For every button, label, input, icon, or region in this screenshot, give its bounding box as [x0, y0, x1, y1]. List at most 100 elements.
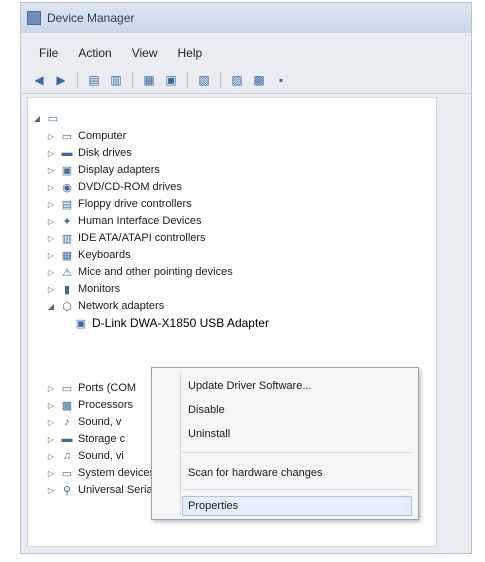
menu-item-properties[interactable]: Properties [182, 496, 412, 516]
expand-icon[interactable]: ▷ [46, 149, 56, 158]
help-icon[interactable]: ▦ [141, 72, 157, 88]
tree-item-label: Disk drives [78, 147, 132, 159]
system-devices-icon: ▭ [61, 467, 73, 480]
tree-item-label: Storage c [78, 433, 126, 445]
computer-icon: ▭ [61, 130, 73, 143]
tree-item-processors[interactable]: ▷ ▩ Processors [46, 397, 133, 413]
tree-item-monitors[interactable]: ▷ ▮ Monitors [46, 281, 120, 297]
processor-icon: ▩ [61, 399, 73, 412]
ide-controller-icon: ▥ [61, 232, 73, 245]
expand-icon[interactable]: ▷ [46, 217, 56, 226]
tree-item-label: Sound, vi [78, 450, 124, 462]
context-menu: Update Driver Software... Disable Uninst… [151, 367, 419, 520]
tree-item-computer[interactable]: ▷ ▭ Computer [46, 128, 126, 144]
tree-item-label: Sound, v [78, 416, 122, 428]
expand-icon[interactable]: ▷ [46, 132, 56, 141]
tree-item-label: Floppy drive controllers [78, 198, 192, 210]
menu-help[interactable]: Help [178, 46, 203, 60]
tree-item-label: Computer [78, 130, 127, 142]
usb-icon: ⚲ [62, 484, 72, 497]
menu-item-update-driver[interactable]: Update Driver Software... [188, 376, 412, 396]
expand-icon[interactable]: ▷ [46, 166, 56, 175]
tree-item-label: Display adapters [78, 164, 160, 176]
tree-item-label: Mice and other pointing devices [78, 266, 233, 278]
tree-item-label: IDE ATA/ATAPI controllers [78, 232, 206, 244]
tree-item-label: System devices [78, 467, 156, 479]
menu-action[interactable]: Action [78, 46, 111, 60]
tree-item-storage[interactable]: ▷ ▬ Storage c [46, 431, 125, 447]
tree-item-keyboards[interactable]: ▷ ▦ Keyboards [46, 247, 131, 263]
tree-item-disk-drives[interactable]: ▷ ▬ Disk drives [46, 145, 132, 161]
tree-item-label: Monitors [78, 283, 121, 295]
expand-icon[interactable]: ▷ [46, 285, 56, 294]
tree-item-mice[interactable]: ▷ ⚠ Mice and other pointing devices [46, 264, 233, 280]
storage-icon: ▬ [61, 433, 73, 445]
tree-item-sound-video[interactable]: ▷ ♫ Sound, vi [46, 448, 124, 464]
expand-icon[interactable]: ▷ [46, 486, 56, 495]
title-bar: Device Manager [21, 3, 471, 33]
menu-item-uninstall[interactable]: Uninstall [188, 424, 412, 444]
menu-file[interactable]: File [39, 46, 58, 60]
expand-icon[interactable]: ▷ [46, 234, 56, 243]
uninstall-icon[interactable]: ▪ [273, 72, 289, 88]
tree-item-system-devices[interactable]: ▷ ▭ System devices [46, 465, 155, 481]
expand-icon[interactable]: ▷ [46, 200, 56, 209]
toolbar: ◀ ▶ ▤ ▥ ▦ ▣ ▧ ▨ ▩ ▪ [21, 67, 471, 94]
menu-item-scan-hardware[interactable]: Scan for hardware changes [188, 463, 412, 483]
expand-icon[interactable]: ▷ [46, 435, 56, 444]
expand-icon[interactable]: ▷ [46, 418, 56, 427]
view-icon[interactable]: ▣ [163, 72, 179, 88]
tree-item-label: Ports (COM [78, 382, 137, 394]
tree-item-label: DVD/CD-ROM drives [78, 181, 182, 193]
tree-item-label: Keyboards [78, 249, 131, 261]
tree-item-dvd-drives[interactable]: ▷ ◉ DVD/CD-ROM drives [46, 179, 182, 195]
floppy-controller-icon: ▤ [61, 198, 73, 211]
sound-video-icon: ♫ [62, 450, 72, 462]
toolbar-separator [77, 72, 78, 88]
mouse-icon: ⚠ [62, 266, 72, 279]
network-adapter-icon: ⬡ [62, 300, 72, 313]
back-icon[interactable]: ◀ [31, 72, 47, 88]
disable-icon[interactable]: ▩ [251, 72, 267, 88]
context-menu-gutter [180, 372, 181, 515]
tree-root[interactable]: ◢ ▭ [32, 110, 64, 126]
expand-icon[interactable]: ▷ [46, 384, 56, 393]
tree-item-display-adapters[interactable]: ▷ ▣ Display adapters [46, 162, 160, 178]
tree-item-dlink-adapter[interactable]: ▣ D-Link DWA-X1850 USB Adapter [74, 315, 269, 331]
collapse-icon[interactable]: ◢ [46, 302, 56, 311]
device-manager-app-icon [27, 11, 41, 25]
tree-item-sound[interactable]: ▷ ♪ Sound, v [46, 414, 122, 430]
tree-item-ide-controllers[interactable]: ▷ ▥ IDE ATA/ATAPI controllers [46, 230, 206, 246]
expand-icon[interactable]: ▷ [46, 401, 56, 410]
expand-icon[interactable]: ▷ [46, 251, 56, 260]
expand-icon[interactable]: ▷ [46, 268, 56, 277]
sound-icon: ♪ [64, 416, 70, 428]
expand-icon[interactable]: ▷ [46, 183, 56, 192]
tree-item-label: D-Link DWA-X1850 USB Adapter [92, 316, 269, 330]
display-adapter-icon: ▣ [61, 164, 73, 177]
context-menu-separator [182, 489, 412, 490]
tree-item-network-adapters[interactable]: ◢ ⬡ Network adapters [46, 298, 164, 314]
dvd-drive-icon: ◉ [62, 181, 72, 194]
toolbar-separator [187, 72, 188, 88]
collapse-icon[interactable]: ◢ [32, 114, 42, 123]
tree-item-hid[interactable]: ▷ ✦ Human Interface Devices [46, 213, 202, 229]
menu-item-disable[interactable]: Disable [188, 400, 412, 420]
hid-icon: ✦ [62, 215, 72, 228]
properties-icon[interactable]: ▤ [86, 72, 102, 88]
expand-icon[interactable]: ▷ [46, 469, 56, 478]
scan-icon[interactable]: ▧ [196, 72, 212, 88]
toolbar-separator [132, 72, 133, 88]
menu-view[interactable]: View [132, 46, 158, 60]
tree-item-floppy-controllers[interactable]: ▷ ▤ Floppy drive controllers [46, 196, 192, 212]
tree-item-ports[interactable]: ▷ ▭ Ports (COM [46, 380, 136, 396]
monitor-icon: ▮ [63, 283, 71, 296]
expand-icon[interactable]: ▷ [46, 452, 56, 461]
toolbar-separator [220, 72, 221, 88]
tree-item-label: Processors [78, 399, 134, 411]
forward-icon[interactable]: ▶ [53, 72, 69, 88]
refresh-icon[interactable]: ▥ [108, 72, 124, 88]
tree-item-label: Network adapters [78, 300, 165, 312]
window-title: Device Manager [47, 11, 135, 25]
update-driver-icon[interactable]: ▨ [229, 72, 245, 88]
